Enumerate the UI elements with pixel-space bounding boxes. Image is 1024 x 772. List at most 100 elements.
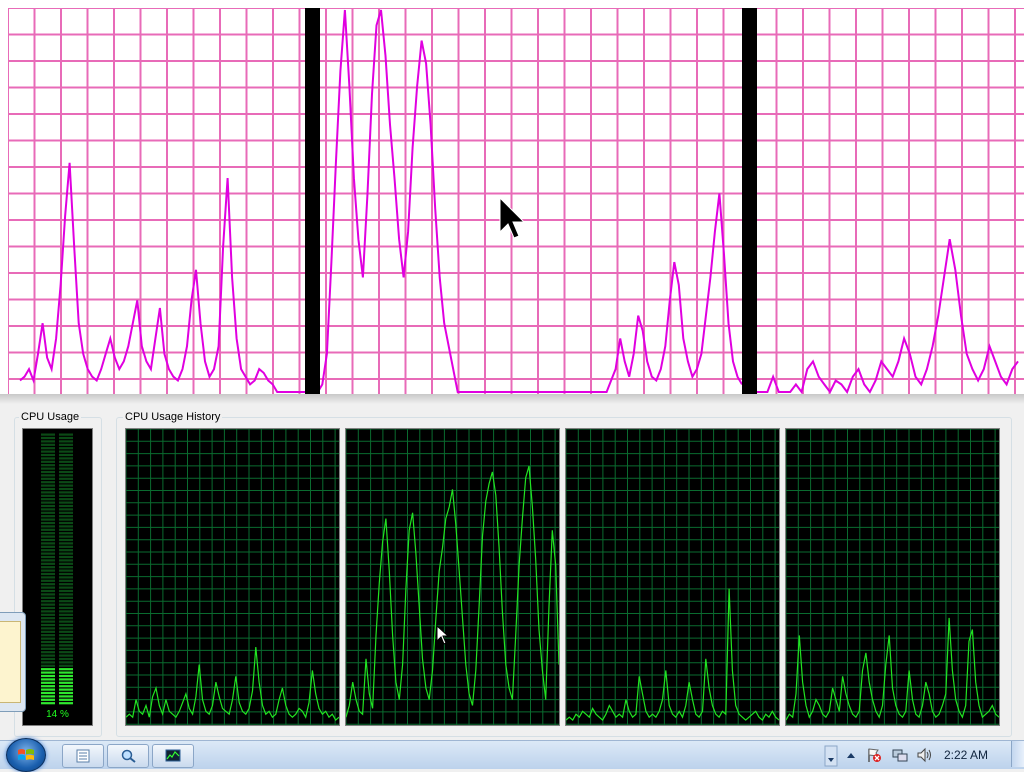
taskbar-notepad-button[interactable] <box>62 744 104 768</box>
meter-segment <box>59 702 73 705</box>
meter-segment <box>41 440 55 443</box>
meter-segment <box>41 559 55 562</box>
meter-segment <box>41 508 55 511</box>
meter-segment <box>41 637 55 640</box>
meter-segment <box>41 691 55 695</box>
meter-segment <box>41 688 55 691</box>
meter-segment <box>59 508 73 511</box>
core-0-chart <box>126 429 339 725</box>
zoom-pane-divider <box>742 8 757 398</box>
meter-segment <box>59 464 73 467</box>
meter-segment <box>59 613 73 616</box>
meter-segment <box>41 630 55 633</box>
tray-scroll-icon[interactable] <box>824 745 838 767</box>
meter-segment <box>41 651 55 654</box>
meter-segment <box>59 453 73 457</box>
meter-segment <box>41 528 55 531</box>
meter-segment <box>41 511 55 514</box>
magnifier-icon <box>121 749 136 763</box>
meter-segment <box>59 617 73 620</box>
meter-segment <box>41 640 55 644</box>
meter-segment <box>59 511 73 514</box>
meter-segment <box>59 657 73 661</box>
system-clock[interactable]: 2:22 AM <box>944 748 988 762</box>
meter-segment <box>41 647 55 650</box>
meter-segment <box>59 596 73 599</box>
action-center-flag-icon[interactable] <box>866 747 882 763</box>
meter-segment <box>41 447 55 450</box>
show-hidden-icons-icon[interactable] <box>846 751 856 759</box>
meter-segment <box>41 583 55 586</box>
meter-segment <box>59 664 73 667</box>
meter-segment <box>41 610 55 613</box>
meter-segment <box>41 698 55 701</box>
meter-segment <box>59 460 73 463</box>
meter-segment <box>59 668 73 671</box>
meter-segment <box>59 528 73 531</box>
meter-segment <box>59 610 73 613</box>
meter-segment <box>41 603 55 606</box>
cpu-usage-meter: 14 % <box>22 428 93 726</box>
core-2-chart <box>566 429 779 725</box>
meter-segment <box>59 501 73 504</box>
meter-segment <box>59 569 73 572</box>
meter-segment <box>59 579 73 582</box>
zoom-pane-divider <box>305 8 320 398</box>
background-window-edge[interactable] <box>0 612 26 712</box>
meter-segment <box>41 644 55 647</box>
graph-grid <box>126 429 339 725</box>
meter-segment <box>41 623 55 627</box>
meter-segment <box>41 504 55 508</box>
taskbar-magnifier-button[interactable] <box>107 744 149 768</box>
meter-segment <box>59 515 73 518</box>
meter-segment <box>59 695 73 698</box>
meter-segment <box>41 555 55 559</box>
meter-segment <box>59 450 73 453</box>
notepad-icon <box>0 621 21 703</box>
meter-segment <box>59 443 73 446</box>
meter-segment <box>59 674 73 678</box>
taskbar-task-manager-button[interactable] <box>152 744 194 768</box>
zoom-left-margin <box>0 0 8 394</box>
meter-segment <box>41 681 55 684</box>
meter-segment <box>41 627 55 630</box>
meter-segment <box>59 644 73 647</box>
meter-segment <box>59 647 73 650</box>
meter-segment <box>59 559 73 562</box>
meter-segment <box>41 545 55 548</box>
meter-segment <box>59 487 73 491</box>
meter-segment <box>59 603 73 606</box>
meter-segment <box>41 678 55 681</box>
meter-segment <box>41 525 55 528</box>
zoom-grid <box>0 7 1024 394</box>
notification-area: 2:22 AM <box>824 743 1024 767</box>
meter-segment <box>41 586 55 589</box>
volume-icon[interactable] <box>916 747 932 763</box>
meter-segment <box>59 685 73 688</box>
meter-segment <box>41 668 55 671</box>
meter-segment <box>41 606 55 610</box>
meter-segment <box>59 600 73 603</box>
meter-segment <box>41 498 55 501</box>
cpu-percent-text: 14 % <box>46 709 69 720</box>
meter-segment <box>41 467 55 470</box>
zoom-cpu-line <box>19 9 743 393</box>
meter-segment <box>59 440 73 443</box>
network-icon[interactable] <box>892 747 908 763</box>
meter-segment <box>41 589 55 593</box>
meter-segment <box>59 681 73 684</box>
graph-grid <box>566 429 779 725</box>
meter-segment <box>59 593 73 596</box>
meter-segment <box>59 525 73 528</box>
meter-segment <box>59 640 73 644</box>
show-desktop-button[interactable] <box>1011 741 1024 767</box>
meter-segment <box>41 453 55 457</box>
meter-segment <box>41 593 55 596</box>
meter-segment <box>41 433 55 436</box>
start-button[interactable] <box>6 738 46 772</box>
meter-segment <box>41 617 55 620</box>
meter-segment <box>59 477 73 480</box>
meter-segment <box>59 538 73 542</box>
meter-segment <box>59 535 73 538</box>
cpu-core-1-graph <box>345 428 560 726</box>
